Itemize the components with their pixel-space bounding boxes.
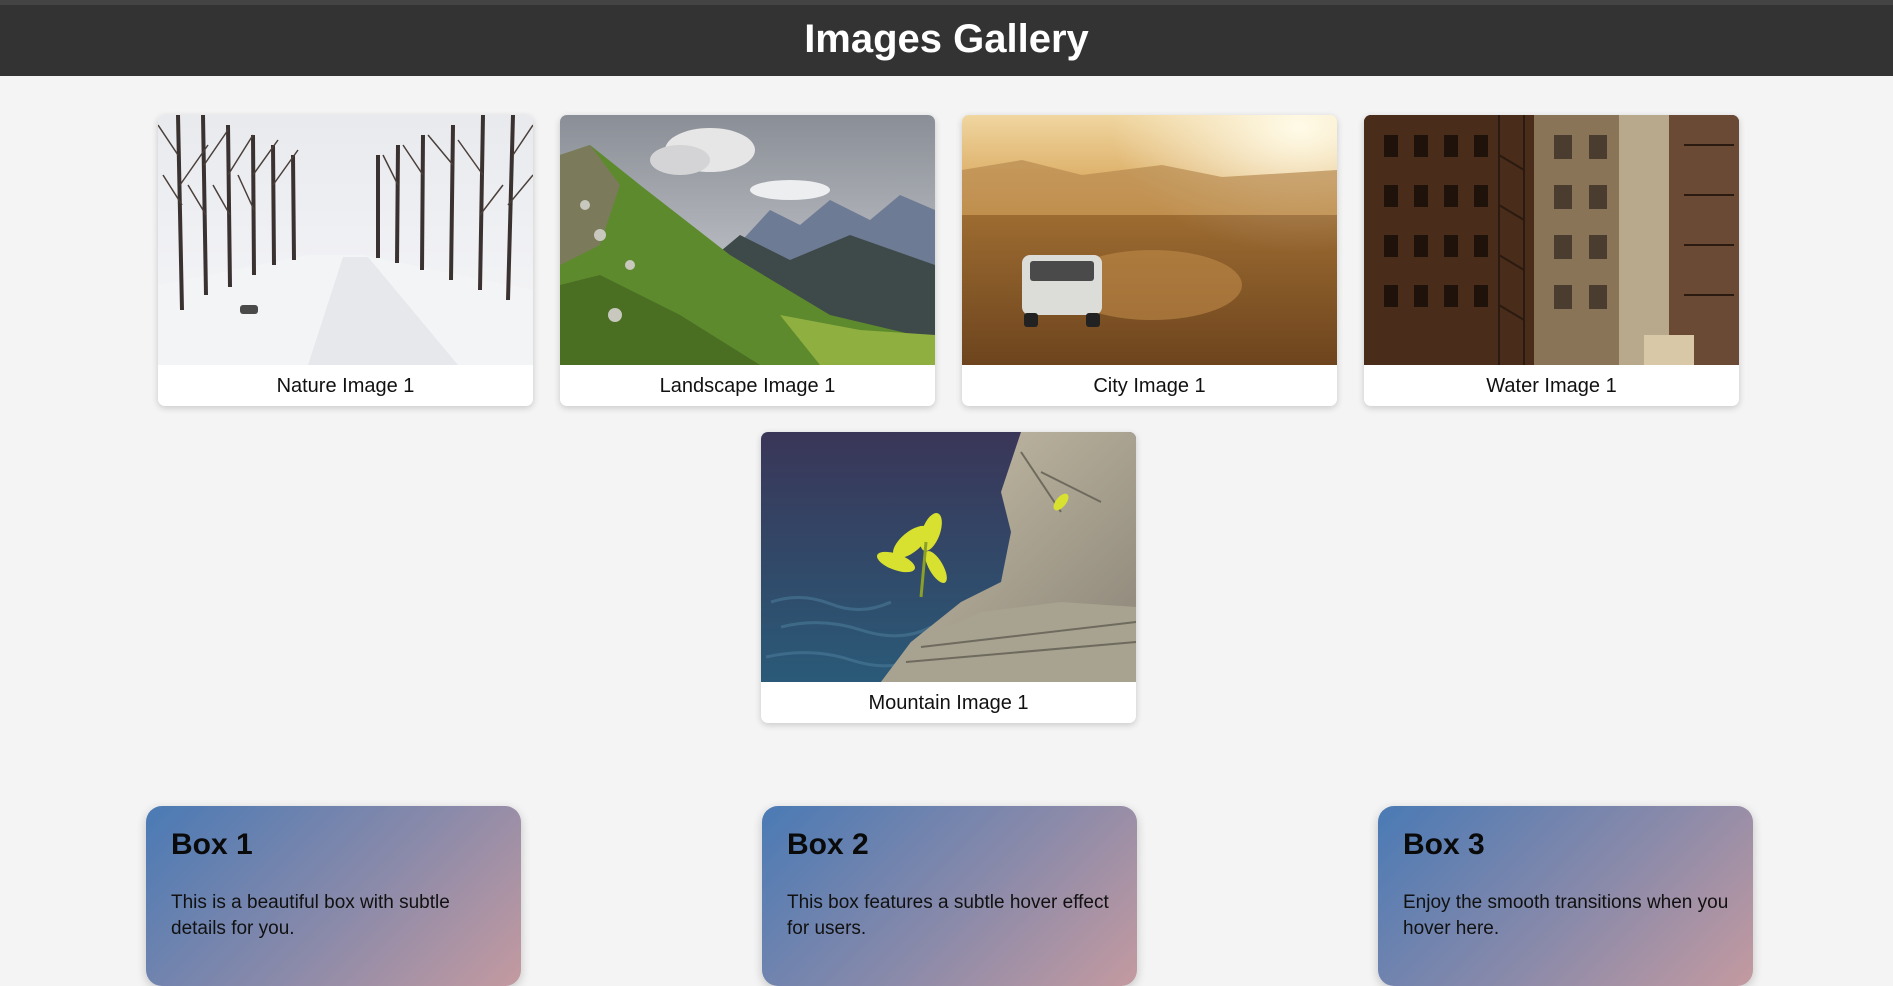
box-title: Box 2 [787,828,869,861]
info-box-3[interactable]: Box 3 Enjoy the smooth transitions when … [1378,806,1753,986]
box-text: Enjoy the smooth transitions when you ho… [1403,892,1729,939]
gallery-card-landscape[interactable]: Landscape Image 1 [560,115,935,406]
gallery-caption: City Image 1 [1093,375,1206,397]
gallery-caption: Water Image 1 [1486,375,1617,397]
info-box-1[interactable]: Box 1 This is a beautiful box with subtl… [146,806,521,986]
box-title: Box 1 [171,828,253,861]
gallery-card-city[interactable]: City Image 1 [962,115,1337,406]
info-box-2[interactable]: Box 2 This box features a subtle hover e… [762,806,1137,986]
gallery-caption: Landscape Image 1 [659,375,836,397]
box-text: This is a beautiful box with subtle deta… [171,892,450,939]
box-text: This box features a subtle hover effect … [787,892,1109,939]
page-title: Images Gallery [804,17,1089,61]
gallery-card-nature[interactable]: Nature Image 1 [158,115,533,406]
gallery-card-water[interactable]: Water Image 1 [1364,115,1739,406]
box-title: Box 3 [1403,828,1485,861]
nature-image [158,115,533,365]
gallery-card-mountain[interactable]: Mountain Image 1 [761,432,1136,723]
mountain-image [761,432,1136,682]
water-image [1364,115,1739,365]
gallery-caption: Mountain Image 1 [868,692,1029,714]
gallery-caption: Nature Image 1 [276,375,415,397]
page-header: Images Gallery [0,0,1893,76]
landscape-image [560,115,935,365]
city-image [962,115,1337,365]
